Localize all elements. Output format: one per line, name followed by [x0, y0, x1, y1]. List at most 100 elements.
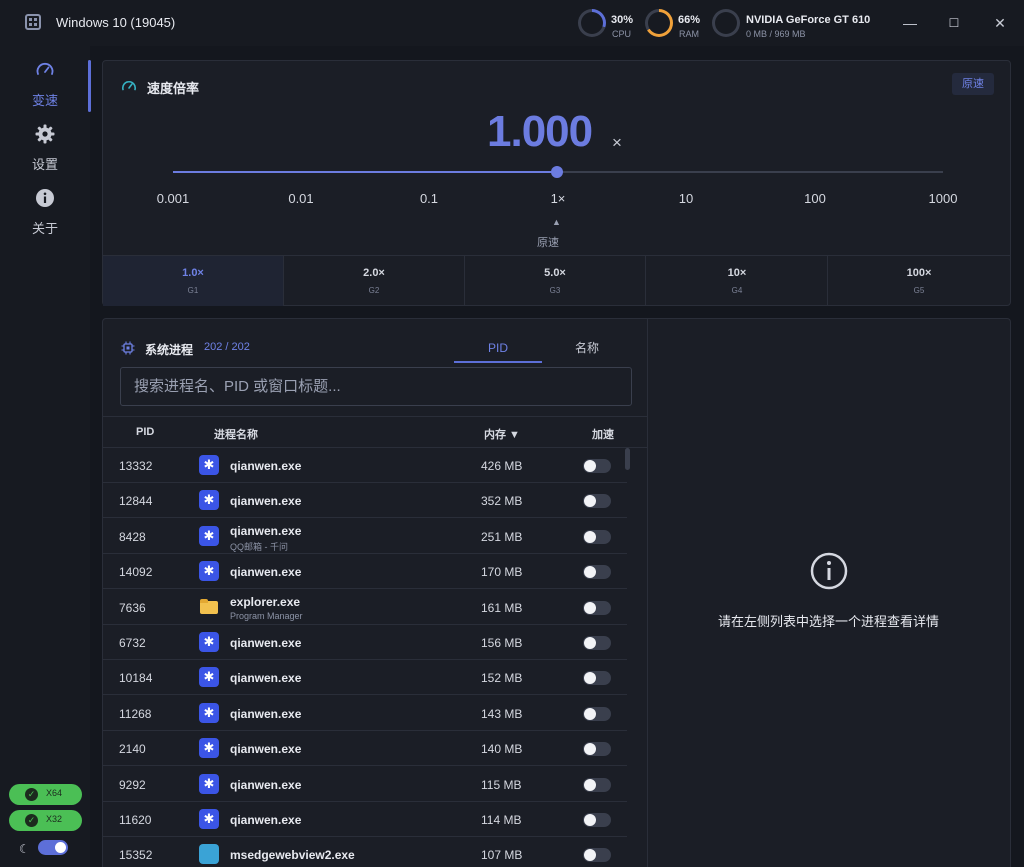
speed-multiplier-value: 1.000 — [487, 107, 593, 156]
process-row[interactable]: 14092 ✱ qianwen.exe 170 MB — [103, 554, 627, 589]
process-memory: 170 MB — [481, 565, 523, 579]
process-memory: 115 MB — [481, 778, 522, 792]
process-pid: 13332 — [119, 459, 153, 473]
moon-icon: ☾ — [19, 842, 30, 856]
process-memory: 140 MB — [481, 742, 523, 756]
gpu-gauge — [712, 9, 740, 37]
column-memory[interactable]: 内存 ▼ — [484, 426, 520, 442]
dark-mode-toggle[interactable] — [38, 840, 68, 855]
preset-g3[interactable]: 5.0× G3 — [465, 256, 646, 306]
process-search-input[interactable] — [120, 367, 632, 406]
process-row[interactable]: 10184 ✱ qianwen.exe 152 MB — [103, 660, 627, 695]
process-name: msedgewebview2.exe — [230, 848, 355, 862]
qianwen-icon: ✱ — [199, 455, 219, 475]
process-memory: 143 MB — [481, 707, 523, 721]
qianwen-icon: ✱ — [199, 667, 219, 687]
process-pid: 6732 — [119, 636, 146, 650]
slider-tick-label: 0.1 — [419, 191, 439, 206]
accelerate-toggle[interactable] — [583, 707, 611, 721]
preset-hotkey: G3 — [549, 286, 561, 295]
sidebar-item-about[interactable]: 关于 — [0, 188, 90, 244]
qianwen-icon: ✱ — [199, 632, 219, 652]
preset-value: 2.0× — [363, 267, 385, 279]
process-memory: 152 MB — [481, 671, 523, 685]
process-name: qianwen.exe — [230, 494, 302, 508]
speed-slider-fill — [173, 171, 557, 173]
accelerate-toggle[interactable] — [583, 459, 611, 473]
sidebar-item-speed[interactable]: 变速 — [0, 60, 90, 116]
process-row[interactable]: 8428 ✱ qianwen.exe QQ邮箱 - 千问 251 MB — [103, 519, 627, 554]
accelerate-toggle[interactable] — [583, 848, 611, 862]
process-memory: 251 MB — [481, 530, 523, 544]
maximize-button[interactable]: ☐ — [944, 13, 964, 33]
process-name: qianwen.exe — [230, 813, 302, 827]
process-panel: 系统进程 202 / 202 PID 名称 PID 进程名称 内存 ▼ 加速 1… — [102, 318, 648, 867]
preset-hotkey: G4 — [731, 286, 743, 295]
minimize-button[interactable]: — — [900, 13, 920, 33]
process-detail-panel: 请在左侧列表中选择一个进程查看详情 — [648, 318, 1011, 867]
preset-g1[interactable]: 1.0× G1 — [103, 256, 284, 306]
accelerate-toggle[interactable] — [583, 778, 611, 792]
info-circle-icon — [810, 552, 848, 590]
close-button[interactable]: ✕ — [990, 13, 1010, 33]
reset-speed-button[interactable]: 原速 — [952, 73, 994, 95]
process-row[interactable]: 13332 ✱ qianwen.exe 426 MB — [103, 448, 627, 483]
process-row[interactable]: 12844 ✱ qianwen.exe 352 MB — [103, 483, 627, 518]
app-logo-icon — [25, 14, 41, 30]
process-row[interactable]: 9292 ✱ qianwen.exe 115 MB — [103, 767, 627, 802]
tab-sort-pid[interactable]: PID — [454, 333, 542, 363]
preset-g2[interactable]: 2.0× G2 — [284, 256, 465, 306]
speed-panel-title: 速度倍率 — [147, 81, 200, 96]
slider-tick-label: 1000 — [928, 191, 958, 206]
accelerate-toggle[interactable] — [583, 671, 611, 685]
preset-hotkey: G1 — [187, 286, 199, 295]
process-row[interactable]: 7636 explorer.exe Program Manager 161 MB — [103, 590, 627, 625]
process-pid: 14092 — [119, 565, 153, 579]
process-row[interactable]: 15352 msedgewebview2.exe 107 MB — [103, 837, 627, 867]
speed-multiplier-suffix: × — [612, 133, 622, 152]
accelerate-toggle[interactable] — [583, 813, 611, 827]
accelerate-toggle[interactable] — [583, 742, 611, 756]
process-list-title: 系统进程 — [145, 343, 194, 357]
speed-slider-thumb[interactable] — [551, 166, 563, 178]
window-title: Windows 10 (19045) — [56, 15, 176, 30]
process-name: qianwen.exe — [230, 742, 302, 756]
accelerate-toggle[interactable] — [583, 601, 611, 615]
slider-tick-label: 0.001 — [156, 191, 190, 206]
process-row[interactable]: 11268 ✱ qianwen.exe 143 MB — [103, 696, 627, 731]
speedometer-icon — [122, 81, 136, 91]
sidebar-item-label: 关于 — [31, 221, 58, 236]
column-name[interactable]: 进程名称 — [214, 426, 258, 442]
accelerate-toggle[interactable] — [583, 636, 611, 650]
preset-g4[interactable]: 10× G4 — [647, 256, 828, 306]
process-name: qianwen.exe — [230, 671, 302, 685]
process-name: qianwen.exe — [230, 778, 302, 792]
process-row[interactable]: 6732 ✱ qianwen.exe 156 MB — [103, 625, 627, 660]
slider-tick-label: 100 — [804, 191, 826, 206]
process-memory: 156 MB — [481, 636, 523, 650]
process-table-header: PID 进程名称 内存 ▼ 加速 — [103, 416, 647, 448]
process-list-scrollbar[interactable] — [625, 448, 630, 470]
sidebar-item-settings[interactable]: 设置 — [0, 124, 90, 180]
preset-value: 5.0× — [544, 267, 566, 279]
original-speed-marker: 原速 — [537, 237, 559, 249]
accelerate-toggle[interactable] — [583, 565, 611, 579]
process-memory: 352 MB — [481, 494, 523, 508]
accelerate-toggle[interactable] — [583, 494, 611, 508]
preset-value: 10× — [727, 267, 747, 279]
ram-gauge — [645, 9, 673, 37]
column-pid[interactable]: PID — [136, 426, 154, 438]
process-row[interactable]: 11620 ✱ qianwen.exe 114 MB — [103, 802, 627, 837]
tab-sort-name[interactable]: 名称 — [543, 333, 631, 363]
process-name: qianwen.exe — [230, 459, 302, 473]
accelerate-toggle[interactable] — [583, 530, 611, 544]
process-window-title: QQ邮箱 - 千问 — [230, 542, 288, 552]
sidebar-item-label: 设置 — [31, 157, 58, 172]
speedometer-icon — [36, 62, 54, 75]
cpu-gauge — [578, 9, 606, 37]
chip-icon — [121, 341, 135, 355]
process-row[interactable]: 2140 ✱ qianwen.exe 140 MB — [103, 731, 627, 766]
preset-g5[interactable]: 100× G5 — [828, 256, 1010, 306]
empty-detail-message: 请在左侧列表中选择一个进程查看详情 — [717, 614, 939, 629]
slider-tick-label: 0.01 — [288, 191, 314, 206]
